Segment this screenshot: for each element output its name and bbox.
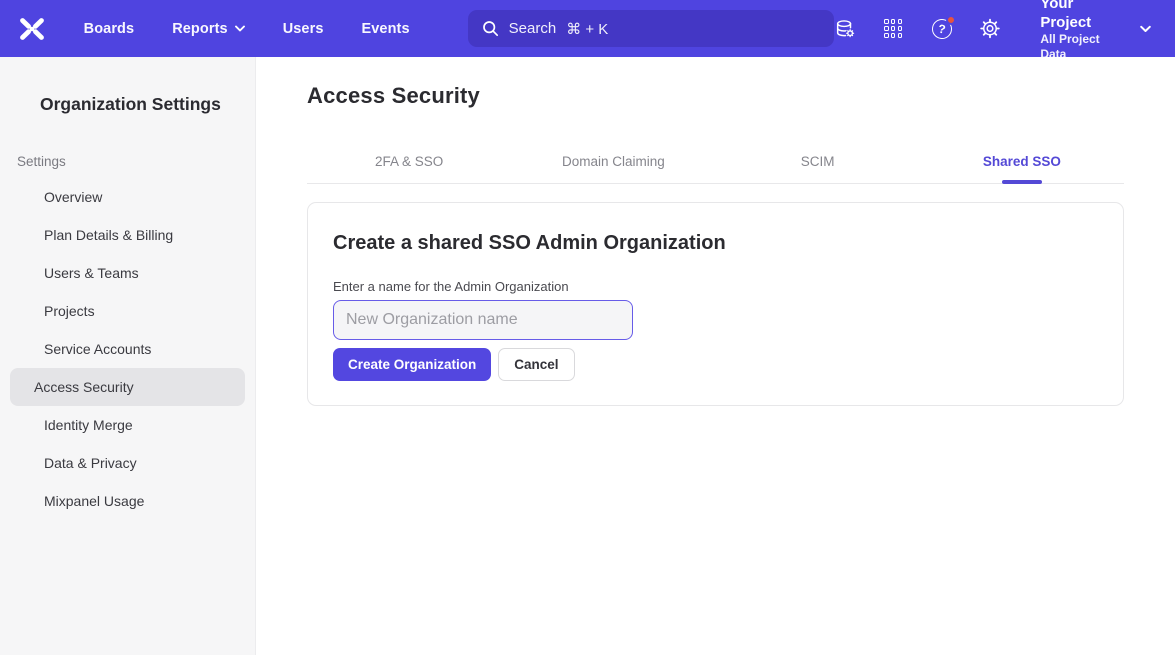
project-selector[interactable]: Your Project All Project Data [1040, 0, 1151, 62]
sidebar-item-users-teams[interactable]: Users & Teams [10, 254, 245, 292]
nav-reports-label: Reports [172, 21, 228, 37]
main-content: Access Security 2FA & SSO Domain Claimin… [256, 57, 1175, 655]
tab-scim[interactable]: SCIM [716, 140, 920, 183]
create-organization-button[interactable]: Create Organization [333, 348, 491, 381]
search-placeholder: Search [509, 20, 557, 37]
org-name-label: Enter a name for the Admin Organization [333, 279, 1098, 294]
nav-users[interactable]: Users [283, 21, 324, 37]
cancel-button[interactable]: Cancel [498, 348, 574, 381]
active-tab-underline [1002, 180, 1042, 184]
nav-reports[interactable]: Reports [172, 21, 245, 37]
nav-boards-label: Boards [84, 21, 135, 37]
sidebar-item-identity-merge[interactable]: Identity Merge [10, 406, 245, 444]
new-organization-name-input[interactable] [333, 300, 633, 340]
sidebar-item-data-privacy[interactable]: Data & Privacy [10, 444, 245, 482]
tab-domain-claiming-label: Domain Claiming [562, 154, 665, 169]
sidebar-item-mixpanel-usage[interactable]: Mixpanel Usage [10, 482, 245, 520]
data-management-icon[interactable] [834, 18, 856, 40]
create-shared-sso-card: Create a shared SSO Admin Organization E… [307, 202, 1124, 406]
org-settings-sidebar: Organization Settings Settings Overview … [0, 57, 256, 655]
topbar-actions: ? Your Project [834, 0, 1175, 62]
nav-events[interactable]: Events [362, 21, 410, 37]
apps-grid-icon[interactable] [883, 18, 904, 40]
tab-shared-sso[interactable]: Shared SSO [920, 140, 1124, 183]
nav-events-label: Events [362, 21, 410, 37]
tab-scim-label: SCIM [801, 154, 835, 169]
help-icon[interactable]: ? [931, 18, 952, 40]
sidebar-item-access-security[interactable]: Access Security [10, 368, 245, 406]
access-security-tabs: 2FA & SSO Domain Claiming SCIM Shared SS… [307, 140, 1124, 184]
tab-2fa-sso-label: 2FA & SSO [375, 154, 443, 169]
card-title: Create a shared SSO Admin Organization [333, 232, 1098, 255]
page-title: Access Security [307, 83, 1124, 109]
sidebar-item-overview[interactable]: Overview [10, 178, 245, 216]
primary-nav: Boards Reports Users Events [84, 21, 410, 37]
project-name: Your Project [1040, 0, 1126, 32]
sidebar-item-projects[interactable]: Projects [10, 292, 245, 330]
sidebar-item-service-accounts[interactable]: Service Accounts [10, 330, 245, 368]
search-icon [482, 20, 499, 37]
top-nav-bar: Boards Reports Users Events Search ⌘ + K [0, 0, 1175, 57]
search-shortcut: ⌘ + K [566, 20, 608, 38]
mixpanel-logo-icon[interactable] [17, 15, 48, 42]
nav-boards[interactable]: Boards [84, 21, 135, 37]
sidebar-title: Organization Settings [0, 94, 255, 115]
sidebar-section-settings: Settings [0, 154, 255, 169]
chevron-down-icon [1140, 25, 1151, 33]
tab-shared-sso-label: Shared SSO [983, 154, 1061, 169]
chevron-down-icon [235, 25, 245, 32]
search-input[interactable]: Search ⌘ + K [468, 10, 834, 47]
tab-2fa-sso[interactable]: 2FA & SSO [307, 140, 511, 183]
nav-users-label: Users [283, 21, 324, 37]
sidebar-item-plan-details-billing[interactable]: Plan Details & Billing [10, 216, 245, 254]
sidebar-items: Overview Plan Details & Billing Users & … [0, 178, 255, 520]
notification-dot [946, 15, 956, 25]
tab-domain-claiming[interactable]: Domain Claiming [511, 140, 715, 183]
form-buttons: Create Organization Cancel [333, 348, 1098, 381]
settings-gear-icon[interactable] [979, 18, 1001, 40]
